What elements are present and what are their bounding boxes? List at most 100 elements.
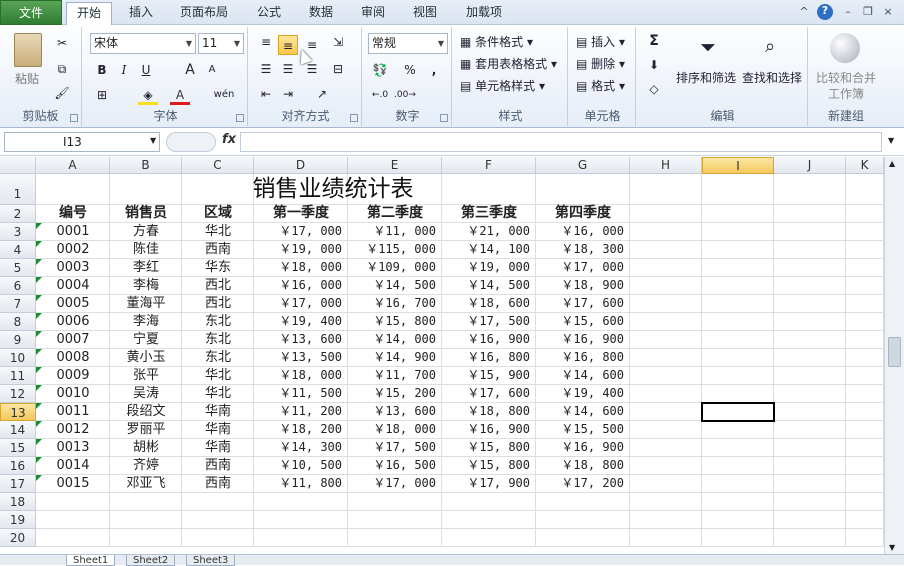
table-data-cell[interactable]: 华南	[182, 421, 254, 439]
autosum-button[interactable]: Σ	[644, 31, 664, 51]
table-data-cell[interactable]: ￥15, 200	[348, 385, 442, 403]
table-header-cell[interactable]: 区域	[182, 205, 254, 223]
grid-cell[interactable]	[702, 385, 774, 403]
grid-cell[interactable]	[702, 241, 774, 259]
grid-cell[interactable]	[774, 331, 846, 349]
grid-cell[interactable]	[630, 223, 702, 241]
table-data-cell[interactable]: 邓亚飞	[110, 475, 182, 493]
sheet-tab-3[interactable]: Sheet3	[186, 555, 236, 566]
grid-cell[interactable]	[846, 349, 884, 367]
table-data-cell[interactable]: 方春	[110, 223, 182, 241]
grid-cell[interactable]	[702, 277, 774, 295]
grid-cell[interactable]	[702, 475, 774, 493]
tab-insert[interactable]: 插入	[116, 2, 166, 25]
number-format-select[interactable]: 常规 ▼	[368, 33, 448, 54]
grid-cell[interactable]	[846, 367, 884, 385]
borders-icon[interactable]: ⊞	[92, 85, 112, 105]
grid-cell[interactable]	[774, 511, 846, 529]
table-data-cell[interactable]: 陈佳	[110, 241, 182, 259]
grid-cell[interactable]	[182, 511, 254, 529]
table-data-cell[interactable]: 李红	[110, 259, 182, 277]
grid-cell[interactable]	[630, 385, 702, 403]
table-data-cell[interactable]: 西北	[182, 295, 254, 313]
select-all-corner[interactable]	[0, 157, 36, 174]
table-data-cell[interactable]: ￥16, 800	[536, 349, 630, 367]
table-data-cell[interactable]: 0013	[36, 439, 110, 457]
table-data-cell[interactable]: 0008	[36, 349, 110, 367]
clear-icon[interactable]: ◇	[644, 79, 664, 99]
table-data-cell[interactable]: 华东	[182, 259, 254, 277]
grid-cell[interactable]	[630, 277, 702, 295]
sort-filter-button[interactable]: 排序和筛选	[676, 69, 736, 86]
table-data-cell[interactable]: ￥17, 500	[442, 313, 536, 331]
close-icon[interactable]: ×	[881, 5, 895, 19]
grow-font-button[interactable]: A	[180, 60, 200, 80]
grid-cell[interactable]	[846, 295, 884, 313]
grid-cell[interactable]	[182, 529, 254, 547]
merge-center-icon[interactable]: ⊟	[328, 59, 348, 79]
table-data-cell[interactable]: ￥14, 600	[536, 367, 630, 385]
column-header[interactable]: I	[702, 157, 774, 174]
column-header[interactable]: F	[442, 157, 536, 174]
grid-cell[interactable]	[774, 385, 846, 403]
chevron-down-icon[interactable]: ▼	[150, 136, 156, 145]
font-name-select[interactable]: 宋体 ▼	[90, 33, 196, 54]
format-as-table-button[interactable]: ▦ 套用表格格式 ▾	[460, 55, 557, 72]
table-data-cell[interactable]: ￥10, 500	[254, 457, 348, 475]
grid-cell[interactable]	[442, 493, 536, 511]
tab-page-layout[interactable]: 页面布局	[170, 2, 238, 25]
table-data-cell[interactable]: ￥14, 600	[536, 403, 630, 421]
cell-styles-button[interactable]: ▤ 单元格样式 ▾	[460, 77, 545, 94]
underline-button[interactable]: U	[136, 60, 156, 80]
table-data-cell[interactable]: ￥19, 400	[254, 313, 348, 331]
row-header[interactable]: 5	[0, 259, 36, 277]
font-launcher-icon[interactable]	[236, 114, 244, 122]
grid-cell[interactable]	[774, 475, 846, 493]
column-header[interactable]: G	[536, 157, 630, 174]
row-header[interactable]: 10	[0, 349, 36, 367]
decrease-decimal-icon[interactable]: .00→	[394, 85, 416, 105]
grid-cell[interactable]	[702, 174, 774, 205]
grid-cell[interactable]	[702, 511, 774, 529]
grid-cell[interactable]	[36, 529, 110, 547]
table-data-cell[interactable]: ￥18, 800	[536, 457, 630, 475]
table-data-cell[interactable]: ￥16, 900	[536, 331, 630, 349]
grid-cell[interactable]	[846, 331, 884, 349]
grid-cell[interactable]	[774, 421, 846, 439]
table-data-cell[interactable]: 华南	[182, 403, 254, 421]
row-header[interactable]: 7	[0, 295, 36, 313]
table-data-cell[interactable]: ￥15, 800	[348, 313, 442, 331]
grid-cell[interactable]	[702, 367, 774, 385]
paste-button[interactable]: 粘贴	[15, 70, 39, 87]
table-data-cell[interactable]: ￥17, 000	[254, 295, 348, 313]
row-header[interactable]: 2	[0, 205, 36, 223]
table-data-cell[interactable]: 罗丽平	[110, 421, 182, 439]
table-header-cell[interactable]: 销售员	[110, 205, 182, 223]
grid-cell[interactable]	[774, 439, 846, 457]
grid-cell[interactable]	[36, 511, 110, 529]
table-data-cell[interactable]: 董海平	[110, 295, 182, 313]
table-data-cell[interactable]: ￥18, 900	[536, 277, 630, 295]
phonetic-button[interactable]: wén	[210, 85, 238, 105]
table-data-cell[interactable]: ￥19, 000	[254, 241, 348, 259]
table-data-cell[interactable]: ￥17, 200	[536, 475, 630, 493]
row-header[interactable]: 4	[0, 241, 36, 259]
decrease-indent-icon[interactable]: ⇤	[256, 84, 276, 104]
grid-cell[interactable]	[846, 241, 884, 259]
column-header[interactable]: J	[774, 157, 846, 174]
increase-indent-icon[interactable]: ⇥	[278, 84, 298, 104]
grid-cell[interactable]	[442, 511, 536, 529]
grid-cell[interactable]	[774, 493, 846, 511]
grid-cell[interactable]	[702, 259, 774, 277]
table-data-cell[interactable]: 西南	[182, 475, 254, 493]
grid-cell[interactable]	[774, 277, 846, 295]
table-data-cell[interactable]: 0014	[36, 457, 110, 475]
sheet-tab-1[interactable]: Sheet1	[66, 555, 116, 566]
table-data-cell[interactable]: 李海	[110, 313, 182, 331]
comma-button[interactable]: ,	[424, 60, 444, 80]
table-data-cell[interactable]: ￥11, 800	[254, 475, 348, 493]
column-header[interactable]: D	[254, 157, 348, 174]
table-data-cell[interactable]: ￥13, 500	[254, 349, 348, 367]
table-data-cell[interactable]: 西南	[182, 241, 254, 259]
table-data-cell[interactable]: 东北	[182, 331, 254, 349]
